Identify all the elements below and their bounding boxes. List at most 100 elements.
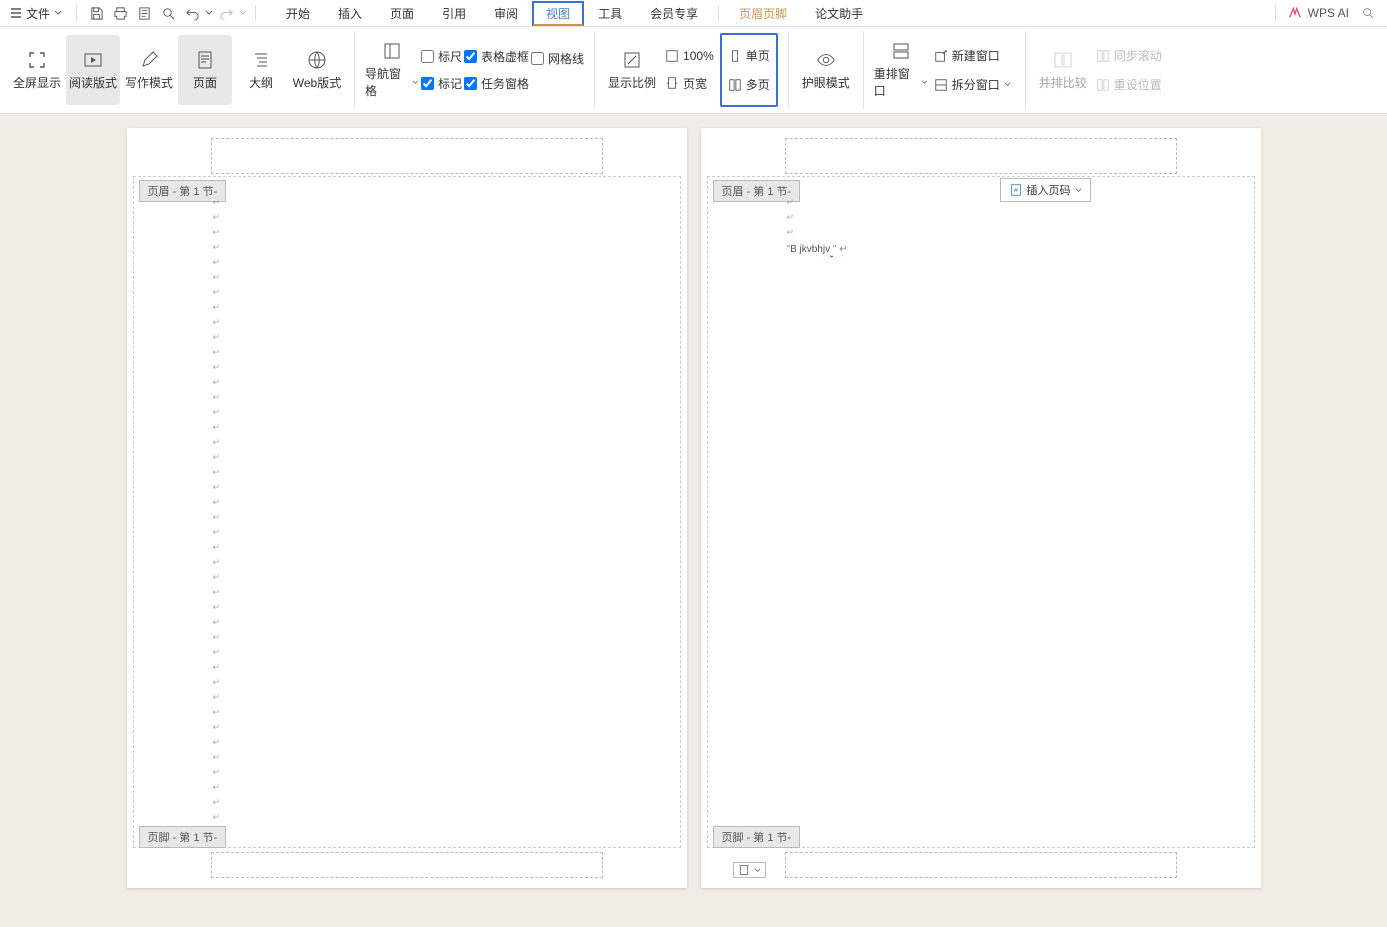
save-button[interactable] (85, 2, 107, 24)
header-zone-2[interactable] (785, 138, 1177, 174)
compare-group: 并排比较 同步滚动 重设位置 (1036, 31, 1166, 109)
reset-pos-icon (1096, 78, 1110, 92)
page-icon (738, 864, 750, 876)
wps-ai[interactable]: WPS AI (1261, 5, 1383, 21)
readmode-button[interactable]: 阅读版式 (66, 35, 120, 105)
tab-start[interactable]: 开始 (272, 1, 324, 26)
quick-access-bar: 文件 开始 插入 页面 引用 审阅 视图 工具 会员专享 页眉页脚 论文助手 W… (0, 0, 1387, 27)
tab-headerfooter[interactable]: 页眉页脚 (725, 1, 801, 26)
page-width-icon (665, 76, 679, 90)
chevron-down-icon (754, 867, 761, 874)
multi-page-icon (728, 78, 742, 92)
one-to-one-icon (665, 49, 679, 63)
footer-tag-2: 页脚 - 第 1 节- (713, 826, 801, 848)
hamburger-icon (10, 7, 22, 19)
nav-pane-icon (382, 41, 402, 61)
page2-body-text[interactable]: "B jkvbhjv " ↵ (787, 244, 848, 255)
tab-insert[interactable]: 插入 (324, 1, 376, 26)
tab-view[interactable]: 视图 (532, 1, 584, 26)
fullscreen-label: 全屏显示 (13, 74, 61, 91)
marks-checkbox[interactable]: 标记 (421, 75, 462, 92)
separator (76, 5, 77, 21)
splitwindow-button[interactable]: 拆分窗口 (930, 74, 1015, 95)
svg-text:#: # (1014, 188, 1018, 195)
pageview-button[interactable]: 页面 (178, 35, 232, 105)
file-label: 文件 (26, 5, 50, 22)
wps-ai-icon (1288, 6, 1302, 20)
document-page-2[interactable]: 页眉 - 第 1 节- # 插入页码 ↵↵↵ "B jkvbhjv " ↵ 页脚… (701, 128, 1261, 888)
syncscroll-button: 同步滚动 (1092, 45, 1166, 66)
redo-button[interactable] (215, 2, 237, 24)
chevron-down-icon (921, 79, 928, 86)
outline-button[interactable]: 大纲 (234, 35, 288, 105)
globe-icon (307, 50, 327, 70)
singlepage-button[interactable]: 单页 (724, 45, 774, 66)
pagewidth-button[interactable]: 页宽 (661, 73, 718, 94)
newwindow-button[interactable]: 新建窗口 (930, 45, 1015, 66)
sync-scroll-icon (1096, 49, 1110, 63)
grid-checkbox[interactable]: 网格线 (531, 50, 584, 67)
rearrange-button[interactable]: 重排窗口 (874, 35, 928, 105)
content-zone-2 (707, 176, 1255, 848)
print-button[interactable] (109, 2, 131, 24)
resetpos-button: 重设位置 (1092, 74, 1166, 95)
eye-group: 护眼模式 (799, 31, 864, 109)
tab-tools[interactable]: 工具 (584, 1, 636, 26)
chevron-down-icon (412, 79, 419, 86)
zoom-options-1: 100% 页宽 (661, 35, 718, 105)
navpane-button[interactable]: 导航窗格 (365, 35, 419, 105)
header-zone-1[interactable] (211, 138, 603, 174)
ribbon: 全屏显示 阅读版式 写作模式 页面 大纲 Web版式 导航窗格 标尺 (0, 27, 1387, 114)
tab-review[interactable]: 审阅 (480, 1, 532, 26)
zoom-100-button[interactable]: 100% (661, 47, 718, 65)
outline-icon (251, 50, 271, 70)
pageview-label: 页面 (193, 74, 217, 91)
tab-ref[interactable]: 引用 (428, 1, 480, 26)
separator (255, 5, 256, 21)
paragraph-marks-1: ↵↵↵↵↵↵↵↵↵↵↵↵↵↵↵↵↵↵↵↵↵↵↵↵↵↵↵↵↵↵↵↵↵↵↵↵↵↵↵↵… (213, 198, 221, 822)
footer-zone-1[interactable] (211, 852, 603, 878)
file-menu[interactable]: 文件 (4, 3, 68, 24)
document-page-1[interactable]: 页眉 - 第 1 节- ↵↵↵↵↵↵↵↵↵↵↵↵↵↵↵↵↵↵↵↵↵↵↵↵↵↵↵↵… (127, 128, 687, 888)
showratio-label: 显示比例 (608, 74, 656, 91)
sidebyside-button[interactable]: 并排比较 (1036, 35, 1090, 105)
pencil-icon (139, 50, 159, 70)
new-window-icon (934, 49, 948, 63)
writemode-button[interactable]: 写作模式 (122, 35, 176, 105)
readmode-label: 阅读版式 (69, 74, 117, 91)
footer-zone-2[interactable] (785, 852, 1177, 878)
tableframe-checkbox[interactable]: 表格虚框 (464, 48, 529, 65)
tab-member[interactable]: 会员专享 (636, 1, 712, 26)
sidebyside-label: 并排比较 (1039, 74, 1087, 91)
eyecare-button[interactable]: 护眼模式 (799, 35, 853, 105)
show-group: 导航窗格 标尺 标记 表格虚框 任务窗格 网格线 (365, 31, 595, 109)
showratio-button[interactable]: 显示比例 (605, 35, 659, 105)
chevron-down-icon[interactable] (239, 9, 247, 17)
rearrange-icon (891, 41, 911, 61)
find-button[interactable] (157, 2, 179, 24)
percent-icon (622, 50, 642, 70)
checkbox-column-3: 网格线 (531, 35, 584, 105)
tab-page[interactable]: 页面 (376, 1, 428, 26)
eyecare-label: 护眼模式 (802, 74, 850, 91)
tab-bar: 开始 插入 页面 引用 审阅 视图 工具 会员专享 页眉页脚 论文助手 (272, 1, 877, 26)
footer-pager-dropdown[interactable] (733, 862, 766, 878)
webview-button[interactable]: Web版式 (290, 35, 344, 105)
chevron-down-icon[interactable] (205, 9, 213, 17)
insert-page-number[interactable]: # 插入页码 (1000, 178, 1091, 202)
fullscreen-icon (27, 50, 47, 70)
multipage-button[interactable]: 多页 (724, 74, 774, 95)
taskpane-checkbox[interactable]: 任务窗格 (464, 75, 529, 92)
separator (1275, 5, 1276, 21)
rearrange-label: 重排窗口 (874, 65, 919, 99)
undo-button[interactable] (181, 2, 203, 24)
fullscreen-button[interactable]: 全屏显示 (10, 35, 64, 105)
separator (718, 5, 719, 21)
window-group: 重排窗口 新建窗口 拆分窗口 (874, 31, 1026, 109)
ruler-checkbox[interactable]: 标尺 (421, 48, 462, 65)
chevron-down-icon (1004, 81, 1011, 88)
print-preview-button[interactable] (133, 2, 155, 24)
tab-thesis[interactable]: 论文助手 (801, 1, 877, 26)
search-icon[interactable] (1361, 6, 1375, 20)
view-modes-group: 全屏显示 阅读版式 写作模式 页面 大纲 Web版式 (10, 31, 355, 109)
